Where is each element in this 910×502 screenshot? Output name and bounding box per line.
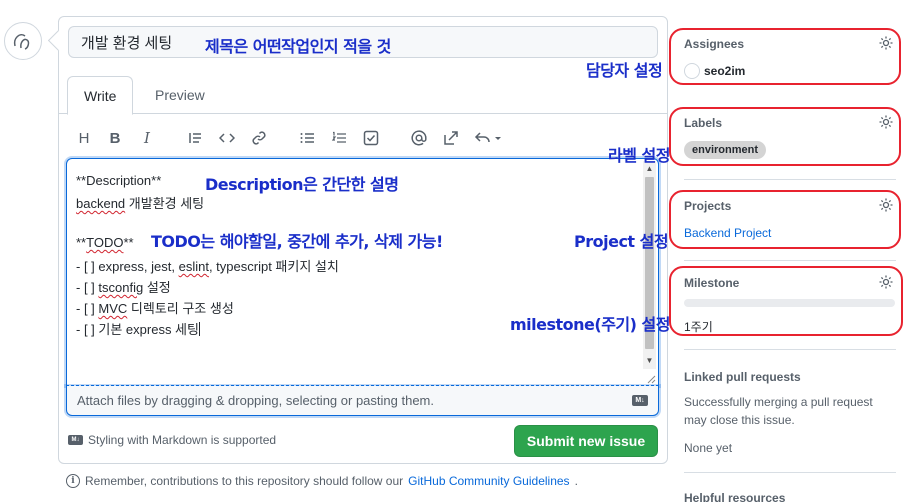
sidebar-divider: [684, 179, 896, 180]
community-guidelines-link[interactable]: GitHub Community Guidelines: [408, 474, 569, 488]
body-line: **TODO**: [76, 235, 134, 250]
quote-icon[interactable]: [185, 128, 205, 148]
body-line: - [ ] 기본 express 세팅: [76, 322, 200, 337]
milestone-name[interactable]: 1주기: [684, 318, 713, 335]
ordered-list-icon[interactable]: [329, 128, 349, 148]
code-icon[interactable]: [217, 128, 237, 148]
task-list-icon[interactable]: [361, 128, 381, 148]
annotation-label: 라벨 설정: [608, 146, 670, 165]
author-avatar: [4, 22, 42, 60]
projects-section[interactable]: Projects: [684, 197, 894, 213]
annotation-title: 제목은 어떤작업인지 적을 것: [205, 37, 391, 56]
assignees-section[interactable]: Assignees: [684, 35, 894, 51]
tab-preview[interactable]: Preview: [139, 76, 221, 115]
italic-icon[interactable]: I: [137, 128, 157, 148]
contribution-text: Remember, contributions to this reposito…: [85, 474, 404, 488]
assignee-user[interactable]: seo2im: [684, 63, 745, 79]
info-icon: i: [66, 474, 80, 488]
labels-section[interactable]: Labels: [684, 114, 894, 130]
gear-icon[interactable]: [878, 35, 894, 51]
body-line: backend 개발환경 세팅: [76, 196, 205, 211]
user-avatar: [684, 63, 700, 79]
gear-icon[interactable]: [878, 197, 894, 213]
contribution-end: .: [574, 474, 578, 488]
assignees-heading: Assignees: [684, 37, 745, 51]
linked-prs-heading: Linked pull requests: [684, 370, 801, 384]
labels-heading: Labels: [684, 116, 723, 130]
assignee-name: seo2im: [704, 64, 746, 78]
attach-files-bar[interactable]: Attach files by dragging & dropping, sel…: [66, 386, 659, 416]
attach-hint: Attach files by dragging & dropping, sel…: [77, 393, 434, 408]
link-icon[interactable]: [249, 128, 269, 148]
markdown-icon: M↓: [632, 395, 648, 406]
annotation-assignee: 담당자 설정: [586, 61, 663, 80]
gear-icon[interactable]: [878, 274, 894, 290]
linked-prs-description: Successfully merging a pull request may …: [684, 395, 873, 427]
submit-issue-button[interactable]: Submit new issue: [514, 425, 658, 457]
milestone-heading: Milestone: [684, 276, 740, 290]
markdown-supported-note[interactable]: M↓ Styling with Markdown is supported: [68, 433, 276, 447]
helpful-resources-heading: Helpful resources: [684, 491, 786, 502]
textarea-scrollbar[interactable]: ▲ ▼: [643, 161, 656, 369]
mention-icon[interactable]: [409, 128, 429, 148]
gear-icon[interactable]: [878, 114, 894, 130]
resize-grip-icon[interactable]: [646, 374, 656, 384]
annotation-description: Description은 간단한 설명: [205, 175, 399, 194]
tab-write[interactable]: Write: [67, 76, 134, 115]
reply-icon[interactable]: [473, 128, 505, 148]
sidebar-divider: [684, 260, 896, 261]
contribution-note: i Remember, contributions to this reposi…: [66, 474, 578, 488]
body-line: - [ ] express, jest, eslint, typescript …: [76, 259, 339, 274]
reference-icon[interactable]: [441, 128, 461, 148]
label-pill[interactable]: environment: [684, 141, 767, 159]
project-link[interactable]: Backend Project: [684, 226, 771, 240]
linked-prs-none: None yet: [684, 441, 733, 455]
sidebar-divider: [684, 472, 896, 473]
body-line: - [ ] tsconfig 설정: [76, 280, 171, 295]
milestone-section[interactable]: Milestone: [684, 274, 894, 290]
scroll-down-arrow-icon[interactable]: ▼: [645, 356, 654, 366]
avatar-doodle-icon: [13, 34, 30, 50]
markdown-icon: M↓: [68, 435, 83, 445]
milestone-progress-bar: [684, 299, 895, 307]
heading-icon[interactable]: H: [74, 128, 94, 148]
annotation-project: Project 설정: [574, 232, 669, 251]
text-caret: [198, 322, 200, 336]
markdown-supported-text: Styling with Markdown is supported: [88, 433, 277, 447]
annotation-milestone: milestone(주기) 설정: [510, 315, 670, 334]
editor-tabs: Write Preview: [59, 76, 667, 115]
sidebar-divider: [684, 349, 896, 350]
unordered-list-icon[interactable]: [297, 128, 317, 148]
body-line: **Description**: [76, 173, 162, 188]
bold-icon[interactable]: B: [105, 128, 125, 148]
body-line: - [ ] MVC 디렉토리 구조 생성: [76, 301, 234, 316]
projects-heading: Projects: [684, 199, 732, 213]
annotation-todo: TODO는 해야할일, 중간에 추가, 삭제 가능!: [151, 232, 443, 251]
